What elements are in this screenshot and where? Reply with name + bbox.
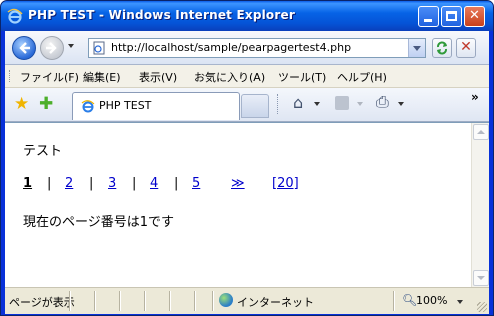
status-bar: ページが表示 インターネット 🔍︎ 100% bbox=[5, 287, 489, 314]
add-favorites-icon[interactable]: ✚ bbox=[39, 96, 53, 113]
menu-view[interactable]: 表示(V) bbox=[139, 69, 177, 85]
document-viewport: テスト 1 | 2 | 3 | 4 | 5 ≫ [20] 現在のページ番号は1で… bbox=[5, 122, 489, 287]
tab-label: PHP TEST bbox=[99, 99, 152, 112]
tab-ie-icon bbox=[81, 100, 95, 113]
tab-toolbar: ★ ✚ PHP TEST ⌂ ⎙ » bbox=[5, 88, 489, 122]
browser-client: http://localhost/sample/pearpagertest4.p… bbox=[5, 31, 489, 314]
pager-link-5[interactable]: 5 bbox=[192, 176, 200, 191]
status-divider bbox=[119, 291, 121, 311]
address-bar[interactable]: http://localhost/sample/pearpagertest4.p… bbox=[88, 38, 426, 58]
status-divider bbox=[194, 291, 196, 311]
window-title: PHP TEST - Windows Internet Explorer bbox=[28, 8, 295, 22]
pager-separator: | bbox=[89, 176, 94, 191]
page-icon bbox=[93, 41, 105, 55]
close-button[interactable]: ✕ bbox=[464, 6, 485, 27]
menu-grip[interactable] bbox=[9, 70, 12, 82]
status-divider bbox=[69, 291, 71, 311]
pager-last-link[interactable]: [20] bbox=[272, 176, 299, 191]
page-number-message: 現在のページ番号は1です bbox=[23, 215, 175, 230]
maximize-button[interactable] bbox=[441, 6, 462, 27]
toolbar-overflow-chevron[interactable]: » bbox=[471, 90, 479, 104]
zoom-dropdown[interactable] bbox=[457, 300, 463, 304]
home-icon[interactable]: ⌂ bbox=[293, 95, 303, 111]
minimize-button[interactable] bbox=[418, 6, 439, 27]
page-content: テスト 1 | 2 | 3 | 4 | 5 ≫ [20] 現在のページ番号は1で… bbox=[5, 123, 471, 287]
status-divider bbox=[169, 291, 171, 311]
favorites-star-icon[interactable]: ★ bbox=[14, 96, 29, 113]
refresh-icon bbox=[437, 41, 447, 55]
menu-favorites[interactable]: お気に入り(A) bbox=[194, 69, 265, 85]
toolbar-separator bbox=[277, 94, 278, 114]
refresh-button[interactable] bbox=[432, 38, 452, 58]
address-toolbar: http://localhost/sample/pearpagertest4.p… bbox=[5, 31, 489, 65]
new-tab-button[interactable] bbox=[241, 94, 269, 118]
minimize-icon bbox=[424, 19, 432, 22]
feeds-dropdown[interactable] bbox=[357, 102, 363, 106]
status-divider bbox=[94, 291, 96, 311]
home-dropdown[interactable] bbox=[314, 102, 320, 106]
status-divider bbox=[393, 291, 395, 311]
globe-icon bbox=[219, 293, 233, 307]
scroll-down-button[interactable] bbox=[473, 270, 489, 286]
security-zone[interactable]: インターネット bbox=[237, 294, 314, 310]
forward-arrow-icon bbox=[46, 42, 57, 54]
print-icon[interactable]: ⎙ bbox=[376, 94, 389, 110]
page-heading: テスト bbox=[23, 144, 63, 159]
menu-edit[interactable]: 編集(E) bbox=[83, 69, 121, 85]
status-divider bbox=[212, 291, 214, 311]
zoom-icon: 🔍︎ bbox=[402, 293, 418, 307]
forward-button[interactable] bbox=[40, 36, 64, 60]
print-dropdown[interactable] bbox=[398, 102, 404, 106]
scroll-up-button[interactable] bbox=[473, 124, 489, 140]
back-button[interactable] bbox=[12, 36, 36, 60]
pager-link-4[interactable]: 4 bbox=[150, 176, 158, 191]
pager-current-page: 1 bbox=[23, 176, 33, 191]
resize-grip[interactable] bbox=[477, 302, 487, 312]
stop-button[interactable]: ✕ bbox=[456, 38, 476, 58]
maximize-icon bbox=[446, 11, 457, 21]
pager-next-link[interactable]: ≫ bbox=[231, 176, 245, 191]
title-bar[interactable]: PHP TEST - Windows Internet Explorer ✕ bbox=[1, 1, 493, 31]
menu-tools[interactable]: ツール(T) bbox=[278, 69, 326, 85]
pager-separator: | bbox=[132, 176, 137, 191]
status-text: ページが表示 bbox=[9, 296, 75, 309]
zoom-level[interactable]: 100% bbox=[416, 294, 447, 307]
menu-bar: ファイル(F) 編集(E) 表示(V) お気に入り(A) ツール(T) ヘルプ(… bbox=[5, 65, 489, 88]
history-dropdown[interactable] bbox=[68, 44, 74, 48]
address-input[interactable]: http://localhost/sample/pearpagertest4.p… bbox=[111, 41, 351, 54]
back-arrow-icon bbox=[19, 42, 30, 54]
feeds-icon[interactable] bbox=[335, 96, 349, 110]
pager-link-3[interactable]: 3 bbox=[108, 176, 116, 191]
pager-separator: | bbox=[174, 176, 179, 191]
ie-logo-icon bbox=[7, 8, 23, 24]
address-dropdown[interactable] bbox=[408, 39, 425, 57]
status-divider bbox=[144, 291, 146, 311]
pager-link-2[interactable]: 2 bbox=[65, 176, 73, 191]
stop-icon: ✕ bbox=[460, 39, 472, 55]
browser-window: PHP TEST - Windows Internet Explorer ✕ h… bbox=[0, 0, 494, 316]
menu-help[interactable]: ヘルプ(H) bbox=[337, 69, 387, 85]
vertical-scrollbar[interactable] bbox=[471, 123, 489, 287]
menu-file[interactable]: ファイル(F) bbox=[20, 69, 79, 85]
tab-php-test[interactable]: PHP TEST bbox=[72, 92, 240, 120]
pager-separator: | bbox=[47, 176, 52, 191]
close-icon: ✕ bbox=[469, 8, 480, 23]
